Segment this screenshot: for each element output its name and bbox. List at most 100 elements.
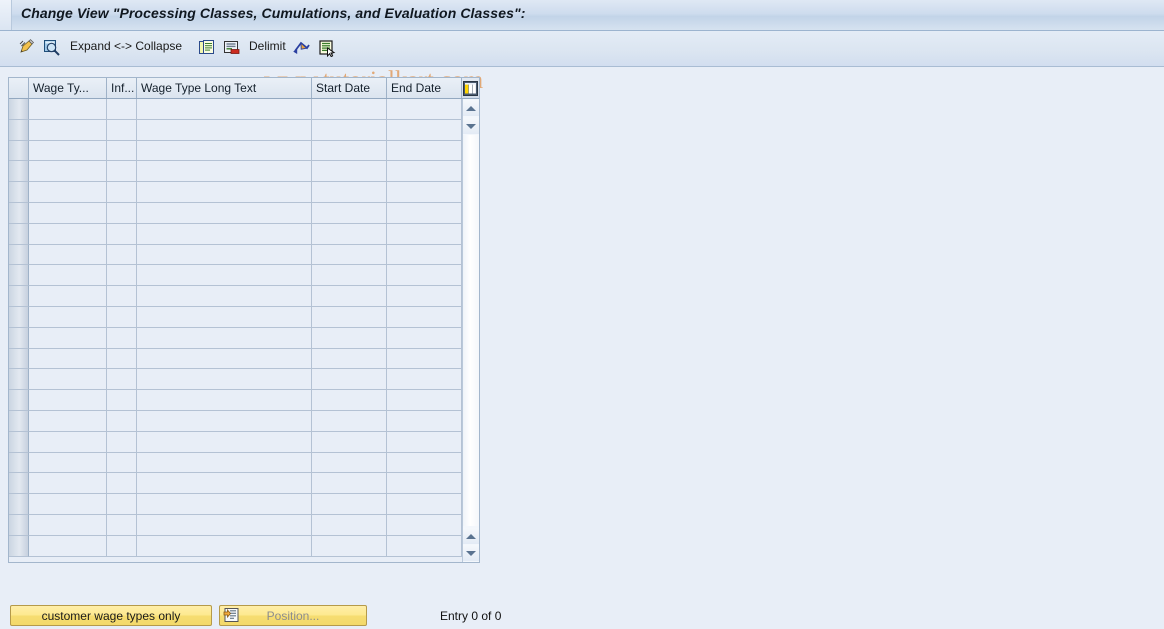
table-row[interactable] xyxy=(9,244,479,266)
cell-long_text[interactable] xyxy=(137,431,312,453)
cell-end_date[interactable] xyxy=(387,99,462,120)
cell-start_date[interactable] xyxy=(312,161,387,183)
cell-long_text[interactable] xyxy=(137,202,312,224)
cell-end_date[interactable] xyxy=(387,327,462,349)
row-select-handle[interactable] xyxy=(9,161,29,183)
cell-end_date[interactable] xyxy=(387,431,462,453)
row-select-handle[interactable] xyxy=(9,223,29,245)
cell-infotype[interactable] xyxy=(107,182,137,203)
cell-end_date[interactable] xyxy=(387,182,462,203)
row-select-handle[interactable] xyxy=(9,452,29,474)
cell-start_date[interactable] xyxy=(312,514,387,536)
row-select-handle[interactable] xyxy=(9,99,29,120)
cell-start_date[interactable] xyxy=(312,306,387,328)
cell-long_text[interactable] xyxy=(137,182,312,203)
cell-end_date[interactable] xyxy=(387,348,462,370)
scroll-up-arrow-icon[interactable] xyxy=(463,100,479,116)
cell-start_date[interactable] xyxy=(312,244,387,266)
cell-infotype[interactable] xyxy=(107,431,137,453)
row-select-handle[interactable] xyxy=(9,265,29,287)
row-select-handle[interactable] xyxy=(9,494,29,515)
cell-start_date[interactable] xyxy=(312,369,387,391)
cell-long_text[interactable] xyxy=(137,140,312,162)
cell-infotype[interactable] xyxy=(107,390,137,411)
cell-long_text[interactable] xyxy=(137,161,312,183)
cell-infotype[interactable] xyxy=(107,473,137,495)
row-select-handle[interactable] xyxy=(9,473,29,495)
cell-long_text[interactable] xyxy=(137,306,312,328)
cell-end_date[interactable] xyxy=(387,473,462,495)
cell-start_date[interactable] xyxy=(312,535,387,557)
cell-infotype[interactable] xyxy=(107,348,137,370)
table-row[interactable] xyxy=(9,369,479,391)
cell-wage_type[interactable] xyxy=(29,306,107,328)
scrollbar-track[interactable] xyxy=(463,135,479,526)
cell-wage_type[interactable] xyxy=(29,99,107,120)
cell-end_date[interactable] xyxy=(387,119,462,141)
row-select-handle[interactable] xyxy=(9,410,29,432)
table-vertical-scrollbar[interactable] xyxy=(462,99,479,562)
row-select-handle[interactable] xyxy=(9,369,29,391)
row-select-handle[interactable] xyxy=(9,244,29,266)
cell-infotype[interactable] xyxy=(107,223,137,245)
cell-wage_type[interactable] xyxy=(29,182,107,203)
cell-start_date[interactable] xyxy=(312,119,387,141)
cell-end_date[interactable] xyxy=(387,140,462,162)
scroll-page-up-arrow-icon[interactable] xyxy=(463,528,479,544)
cell-long_text[interactable] xyxy=(137,494,312,515)
column-header-wage-type[interactable]: Wage Ty... xyxy=(29,78,107,98)
column-header-wage-type-long-text[interactable]: Wage Type Long Text xyxy=(137,78,312,98)
cell-infotype[interactable] xyxy=(107,244,137,266)
cell-infotype[interactable] xyxy=(107,99,137,120)
cell-wage_type[interactable] xyxy=(29,244,107,266)
cell-infotype[interactable] xyxy=(107,286,137,307)
row-select-handle[interactable] xyxy=(9,431,29,453)
table-row[interactable] xyxy=(9,473,479,495)
row-select-handle[interactable] xyxy=(9,514,29,536)
table-row[interactable] xyxy=(9,348,479,370)
cell-start_date[interactable] xyxy=(312,223,387,245)
cell-infotype[interactable] xyxy=(107,161,137,183)
cell-long_text[interactable] xyxy=(137,348,312,370)
row-select-handle[interactable] xyxy=(9,390,29,411)
table-row[interactable] xyxy=(9,431,479,453)
cell-end_date[interactable] xyxy=(387,410,462,432)
table-row[interactable] xyxy=(9,119,479,141)
row-select-handle[interactable] xyxy=(9,327,29,349)
cell-long_text[interactable] xyxy=(137,265,312,287)
cell-end_date[interactable] xyxy=(387,452,462,474)
cell-start_date[interactable] xyxy=(312,390,387,411)
table-row[interactable] xyxy=(9,182,479,203)
cell-end_date[interactable] xyxy=(387,494,462,515)
scroll-down-arrow-icon[interactable] xyxy=(463,118,479,134)
table-row[interactable] xyxy=(9,514,479,536)
cell-long_text[interactable] xyxy=(137,473,312,495)
cell-long_text[interactable] xyxy=(137,452,312,474)
cell-wage_type[interactable] xyxy=(29,473,107,495)
table-row[interactable] xyxy=(9,161,479,183)
cell-infotype[interactable] xyxy=(107,494,137,515)
column-header-end-date[interactable]: End Date xyxy=(387,78,462,98)
cell-start_date[interactable] xyxy=(312,140,387,162)
table-row[interactable] xyxy=(9,286,479,307)
cell-long_text[interactable] xyxy=(137,223,312,245)
row-select-handle[interactable] xyxy=(9,286,29,307)
cell-start_date[interactable] xyxy=(312,494,387,515)
cell-start_date[interactable] xyxy=(312,99,387,120)
cell-wage_type[interactable] xyxy=(29,431,107,453)
cell-infotype[interactable] xyxy=(107,327,137,349)
cell-infotype[interactable] xyxy=(107,140,137,162)
cell-wage_type[interactable] xyxy=(29,223,107,245)
cell-infotype[interactable] xyxy=(107,119,137,141)
cell-start_date[interactable] xyxy=(312,327,387,349)
expand-collapse-button[interactable]: Expand <-> Collapse xyxy=(70,39,182,53)
cell-end_date[interactable] xyxy=(387,390,462,411)
cell-end_date[interactable] xyxy=(387,244,462,266)
display-magnifier-icon[interactable] xyxy=(41,37,63,59)
cell-wage_type[interactable] xyxy=(29,390,107,411)
row-select-handle[interactable] xyxy=(9,202,29,224)
cell-end_date[interactable] xyxy=(387,306,462,328)
cell-start_date[interactable] xyxy=(312,348,387,370)
cell-wage_type[interactable] xyxy=(29,286,107,307)
cell-start_date[interactable] xyxy=(312,452,387,474)
